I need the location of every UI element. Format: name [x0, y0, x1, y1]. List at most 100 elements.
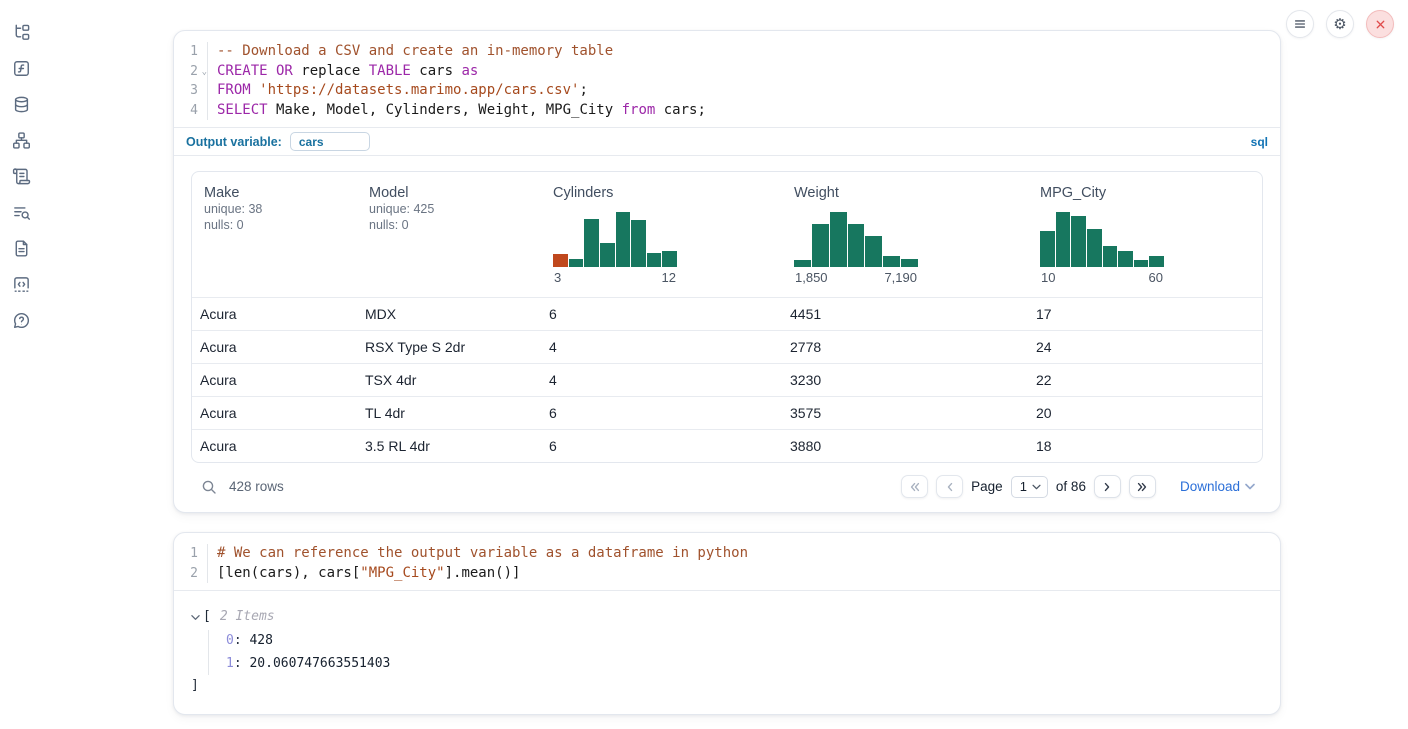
- axis-label: 12: [662, 270, 676, 285]
- histogram: 312: [553, 212, 677, 285]
- next-page-button[interactable]: [1094, 475, 1121, 498]
- line-number: 1: [174, 544, 208, 564]
- first-page-button[interactable]: [901, 475, 928, 498]
- histogram: 1,8507,190: [794, 212, 918, 285]
- fold-chevron-icon[interactable]: ⌄: [202, 68, 207, 77]
- page-select[interactable]: 1: [1011, 476, 1048, 498]
- column-header[interactable]: Weight1,8507,190: [782, 172, 1028, 297]
- output-variable-label: Output variable:: [186, 135, 282, 149]
- code-line[interactable]: 4SELECT Make, Model, Cylinders, Weight, …: [174, 101, 1280, 121]
- page-label: Page: [971, 479, 1003, 494]
- table-row: Acura3.5 RL 4dr6388018: [192, 429, 1262, 462]
- table-cell: 3575: [782, 405, 1028, 421]
- python-code-editor[interactable]: 1# We can reference the output variable …: [174, 533, 1280, 590]
- chevrons-right-icon: [1136, 481, 1148, 493]
- table-cell: 18: [1028, 438, 1262, 454]
- table-cell: 6: [541, 438, 782, 454]
- download-label: Download: [1180, 479, 1240, 494]
- tree-collapse-chevron-icon[interactable]: [191, 614, 200, 621]
- line-number: 3: [174, 81, 208, 101]
- sql-output-area: Makeunique: 38nulls: 0Modelunique: 425nu…: [174, 156, 1280, 512]
- gear-icon: ⚙: [1333, 17, 1346, 32]
- table-row: AcuraRSX Type S 2dr4277824: [192, 330, 1262, 363]
- chevron-left-icon: [944, 481, 956, 493]
- prev-page-button[interactable]: [936, 475, 963, 498]
- column-name: Make: [204, 185, 357, 201]
- column-stat: unique: 38: [204, 201, 357, 217]
- line-number: 2⌄: [174, 62, 208, 82]
- column-header[interactable]: Makeunique: 38nulls: 0: [192, 172, 357, 297]
- last-page-button[interactable]: [1129, 475, 1156, 498]
- hist-bar: [1149, 256, 1164, 267]
- hist-bar: [631, 220, 646, 267]
- output-variable-input[interactable]: [290, 132, 370, 151]
- notebook-cells: 1-- Download a CSV and create an in-memo…: [173, 30, 1281, 715]
- column-header[interactable]: Cylinders312: [541, 172, 782, 297]
- helper-functions-icon[interactable]: [11, 58, 31, 78]
- file-explorer-icon[interactable]: [11, 22, 31, 42]
- search-icon[interactable]: [201, 479, 217, 495]
- line-number: 4: [174, 101, 208, 121]
- tree-entry-value: 428: [249, 633, 272, 648]
- table-cell: Acura: [192, 339, 357, 355]
- dependency-graph-icon[interactable]: [11, 130, 31, 150]
- help-icon[interactable]: [11, 310, 31, 330]
- column-header[interactable]: MPG_City1060: [1028, 172, 1262, 297]
- code-line[interactable]: 2[len(cars), cars["MPG_City"].mean()]: [174, 564, 1280, 584]
- table-row: AcuraTL 4dr6357520: [192, 396, 1262, 429]
- snippets-icon[interactable]: [11, 274, 31, 294]
- hist-bar: [794, 260, 811, 267]
- page-select-value: 1: [1020, 479, 1027, 494]
- documentation-icon[interactable]: [11, 238, 31, 258]
- table-cell: TSX 4dr: [357, 372, 541, 388]
- settings-button[interactable]: ⚙: [1326, 10, 1354, 38]
- table-cell: 4: [541, 372, 782, 388]
- table-cell: Acura: [192, 372, 357, 388]
- sidebar-panel: [0, 0, 42, 729]
- hist-bar: [865, 236, 882, 267]
- code-line[interactable]: 1# We can reference the output variable …: [174, 544, 1280, 564]
- line-number: 2: [174, 564, 208, 584]
- table-cell: 6: [541, 306, 782, 322]
- table-row: AcuraMDX6445117: [192, 297, 1262, 330]
- hist-bar: [569, 259, 584, 267]
- code-line[interactable]: 3FROM 'https://datasets.marimo.app/cars.…: [174, 81, 1280, 101]
- tree-entry-key: 0: [226, 633, 234, 648]
- axis-label: 10: [1041, 270, 1055, 285]
- output-variable-row: Output variable: sql: [174, 128, 1280, 155]
- sql-code-editor[interactable]: 1-- Download a CSV and create an in-memo…: [174, 31, 1280, 127]
- table-cell: Acura: [192, 438, 357, 454]
- logs-icon[interactable]: [11, 166, 31, 186]
- datasources-icon[interactable]: [11, 94, 31, 114]
- code-line[interactable]: 1-- Download a CSV and create an in-memo…: [174, 42, 1280, 62]
- hist-bar: [1071, 216, 1086, 267]
- hist-bar: [883, 256, 900, 267]
- table-cell: RSX Type S 2dr: [357, 339, 541, 355]
- table-cell: Acura: [192, 405, 357, 421]
- tree-root: [ 2 Items: [191, 607, 1263, 627]
- hist-bar: [848, 224, 865, 267]
- table-cell: 17: [1028, 306, 1262, 322]
- column-stat: nulls: 0: [204, 217, 357, 233]
- shutdown-button[interactable]: [1366, 10, 1394, 38]
- hist-bar: [584, 219, 599, 267]
- table-cell: MDX: [357, 306, 541, 322]
- hist-bar: [1056, 212, 1071, 267]
- table-cell: 24: [1028, 339, 1262, 355]
- hist-bar: [901, 259, 918, 267]
- axis-label: 60: [1149, 270, 1163, 285]
- hist-bar: [553, 254, 568, 267]
- table-of-contents-search-icon[interactable]: [11, 202, 31, 222]
- hist-bar: [1134, 260, 1149, 267]
- column-header[interactable]: Modelunique: 425nulls: 0: [357, 172, 541, 297]
- line-number: 1: [174, 42, 208, 62]
- tree-entry-value: 20.060747663551403: [249, 656, 390, 671]
- table-header-row: Makeunique: 38nulls: 0Modelunique: 425nu…: [192, 172, 1262, 297]
- code-line[interactable]: 2⌄CREATE OR replace TABLE cars as: [174, 62, 1280, 82]
- table-cell: 3.5 RL 4dr: [357, 438, 541, 454]
- python-cell: 1# We can reference the output variable …: [173, 532, 1281, 715]
- close-icon: [1374, 18, 1387, 31]
- download-button[interactable]: Download: [1180, 479, 1255, 494]
- table-cell: Acura: [192, 306, 357, 322]
- menu-button[interactable]: [1286, 10, 1314, 38]
